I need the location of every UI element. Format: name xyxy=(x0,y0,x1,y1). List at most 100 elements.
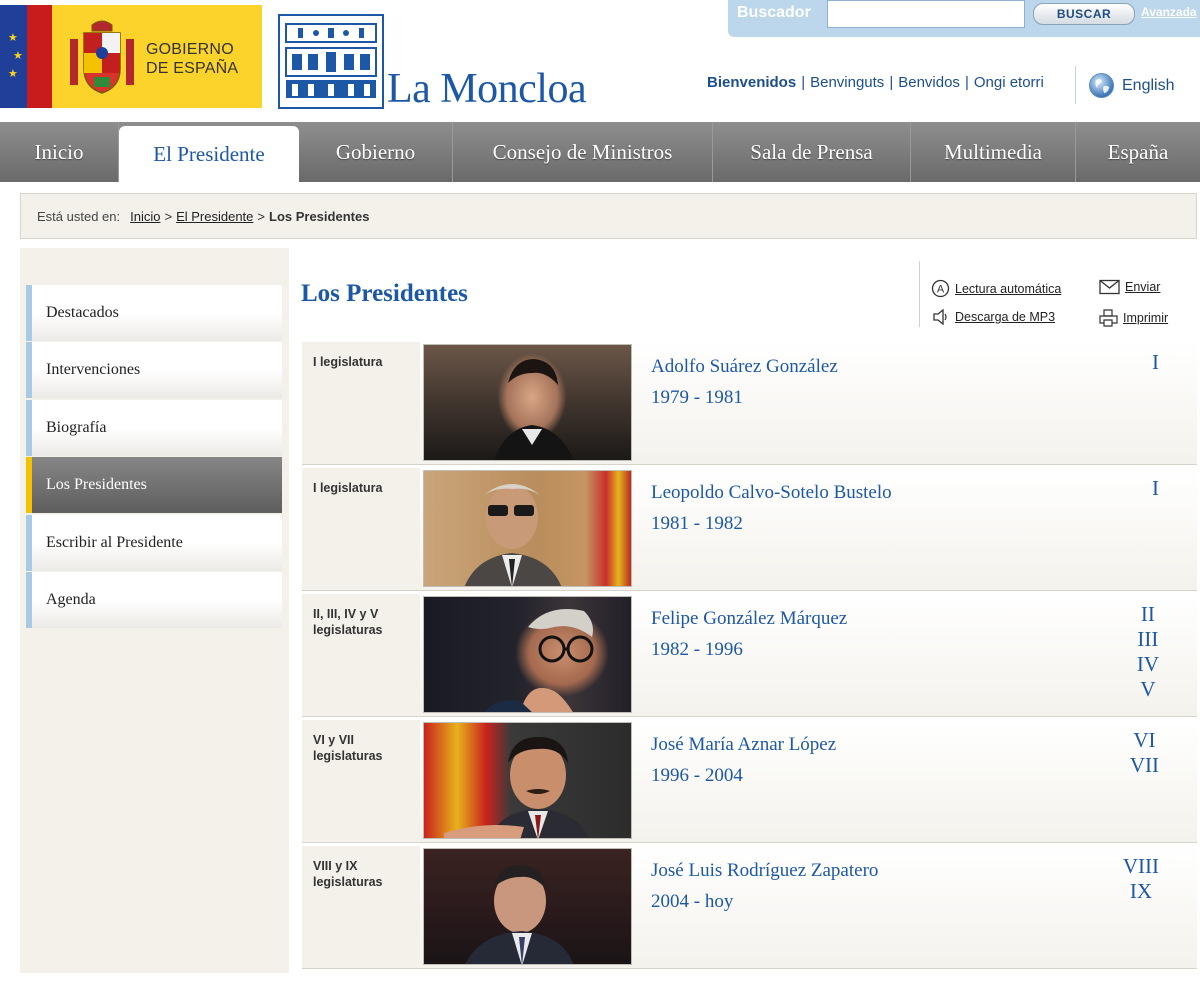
president-row: VI y VII legislaturas José María Aznar L… xyxy=(302,720,1197,843)
president-photo[interactable] xyxy=(423,470,632,587)
lang-english[interactable]: English xyxy=(1088,72,1174,99)
legislatura-numerals: VIII IX xyxy=(1123,854,1159,904)
sidebar-item-agenda[interactable]: Agenda xyxy=(26,572,282,628)
president-name[interactable]: José María Aznar López xyxy=(651,734,836,756)
legislatura-numerals: I xyxy=(1152,476,1159,501)
lang-separator: | xyxy=(801,74,806,91)
legislatura-label: VIII y IX legislaturas xyxy=(302,846,420,968)
legislatura-numerals: I xyxy=(1152,350,1159,375)
legislatura-numeral-link[interactable]: VIII xyxy=(1123,854,1159,879)
lectura-automatica-link[interactable]: A Lectura automática xyxy=(931,279,1061,298)
president-name[interactable]: Adolfo Suárez González xyxy=(651,356,838,378)
president-years: 2004 - hoy xyxy=(651,891,734,912)
nav-inicio[interactable]: Inicio xyxy=(0,122,119,182)
legislatura-line1: I legislatura xyxy=(313,355,383,369)
legislatura-label: VI y VII legislaturas xyxy=(302,720,420,842)
nav-multimedia[interactable]: Multimedia xyxy=(911,122,1076,182)
speech-a-icon: A xyxy=(931,279,950,298)
search-button[interactable]: BUSCAR xyxy=(1033,3,1135,25)
president-photo[interactable] xyxy=(423,848,632,965)
breadcrumb-label: Está usted en: xyxy=(37,208,121,224)
lang-separator: | xyxy=(889,74,894,91)
president-years: 1982 - 1996 xyxy=(651,639,743,660)
nav-sala-de-prensa[interactable]: Sala de Prensa xyxy=(713,122,911,182)
site-name[interactable]: La Moncloa xyxy=(387,64,587,114)
legislatura-line2: legislaturas xyxy=(313,875,383,889)
lang-catalan[interactable]: Benvinguts xyxy=(810,74,884,91)
moncloa-building-icon[interactable] xyxy=(278,14,384,109)
president-name[interactable]: Felipe González Márquez xyxy=(651,608,847,630)
star-icon: ★ xyxy=(8,32,18,44)
breadcrumb-link-el-presidente[interactable]: El Presidente xyxy=(176,209,253,224)
legislatura-line2: legislaturas xyxy=(313,623,383,637)
legislatura-numeral-link[interactable]: II xyxy=(1137,602,1159,627)
gobierno-de-espana-logo[interactable]: ★ ★ ★ GOBIERNO DE ESPAÑA xyxy=(0,5,262,108)
president-name[interactable]: Leopoldo Calvo-Sotelo Bustelo xyxy=(651,482,892,504)
legislatura-numeral-link[interactable]: V xyxy=(1137,677,1159,702)
president-photo[interactable] xyxy=(423,344,632,461)
descarga-mp3-link[interactable]: Descarga de MP3 xyxy=(932,309,1055,325)
legislatura-numeral-link[interactable]: I xyxy=(1152,476,1159,501)
nav-consejo-de-ministros[interactable]: Consejo de Ministros xyxy=(453,122,713,182)
legislatura-label: I legislatura xyxy=(302,468,420,590)
sidebar-item-destacados[interactable]: Destacados xyxy=(26,285,282,341)
gobierno-line2: DE ESPAÑA xyxy=(146,60,239,77)
president-years: 1979 - 1981 xyxy=(651,387,743,408)
breadcrumb-separator: > xyxy=(257,208,265,224)
legislatura-line2: legislaturas xyxy=(313,749,383,763)
lang-spanish[interactable]: Bienvenidos xyxy=(707,74,796,91)
sidebar-item-intervenciones[interactable]: Intervenciones xyxy=(26,342,282,398)
breadcrumb-link-inicio[interactable]: Inicio xyxy=(130,209,160,224)
president-photo[interactable] xyxy=(423,596,632,713)
legislatura-line1: I legislatura xyxy=(313,481,383,495)
legislatura-numerals: VI VII xyxy=(1130,728,1159,778)
legislatura-numerals: II III IV V xyxy=(1137,602,1159,702)
breadcrumb-current: Los Presidentes xyxy=(269,208,370,224)
speaker-icon xyxy=(933,309,947,325)
enviar-link[interactable]: Enviar xyxy=(1099,279,1160,295)
site-header: ★ ★ ★ GOBIERNO DE ESPAÑA La Moncloa Busc… xyxy=(0,0,1200,120)
nav-espana[interactable]: España xyxy=(1076,122,1200,182)
lang-divider xyxy=(1075,66,1076,104)
portrait-silhouette xyxy=(485,609,594,712)
legislatura-numeral-link[interactable]: IV xyxy=(1137,652,1159,677)
legislatura-numeral-link[interactable]: VI xyxy=(1130,728,1159,753)
president-row: VIII y IX legislaturas José Luis Rodrígu… xyxy=(302,846,1197,969)
sidebar-item-escribir-al-presidente[interactable]: Escribir al Presidente xyxy=(26,515,282,571)
lang-basque[interactable]: Ongi etorri xyxy=(974,74,1044,91)
nav-gobierno[interactable]: Gobierno xyxy=(299,122,453,182)
globe-icon xyxy=(1088,72,1115,99)
legislatura-numeral-link[interactable]: VII xyxy=(1130,753,1159,778)
portrait-silhouette xyxy=(444,737,590,838)
breadcrumb: Está usted en: Inicio > El Presidente > … xyxy=(20,193,1197,239)
coat-of-arms-icon xyxy=(70,20,134,94)
legislatura-label: II, III, IV y V legislaturas xyxy=(302,594,420,716)
legislatura-numeral-link[interactable]: III xyxy=(1137,627,1159,652)
legislatura-line1: II, III, IV y V xyxy=(313,607,379,621)
president-name[interactable]: José Luis Rodríguez Zapatero xyxy=(651,860,878,882)
legislatura-numeral-link[interactable]: IX xyxy=(1123,879,1159,904)
legislatura-line1: VI y VII xyxy=(313,733,354,747)
nav-el-presidente[interactable]: El Presidente xyxy=(119,126,299,182)
printer-icon xyxy=(1099,309,1118,327)
search-input[interactable] xyxy=(827,0,1025,28)
lectura-label: Lectura automática xyxy=(955,281,1062,296)
imprimir-link[interactable]: Imprimir xyxy=(1099,309,1168,327)
president-years: 1981 - 1982 xyxy=(651,513,743,534)
portrait-silhouette xyxy=(494,359,574,460)
envelope-icon xyxy=(1099,279,1120,295)
president-years: 1996 - 2004 xyxy=(651,765,743,786)
president-photo[interactable] xyxy=(423,722,632,839)
language-bar: Bienvenidos | Benvinguts | Benvidos | Ongi eto… xyxy=(707,74,1044,91)
mp3-label: Descarga de MP3 xyxy=(955,310,1056,324)
advanced-search-link[interactable]: Avanzada xyxy=(1141,5,1197,19)
sidebar-item-biografia[interactable]: Biografía xyxy=(26,400,282,456)
search-bar: Buscador BUSCAR Avanzada xyxy=(728,0,1200,37)
lang-galician[interactable]: Benvidos xyxy=(898,74,960,91)
enviar-label: Enviar xyxy=(1125,280,1161,294)
gobierno-line1: GOBIERNO xyxy=(146,41,234,58)
legislatura-line1: VIII y IX xyxy=(313,859,358,873)
sidebar-item-los-presidentes[interactable]: Los Presidentes xyxy=(26,457,282,513)
legislatura-numeral-link[interactable]: I xyxy=(1152,350,1159,375)
imprimir-label: Imprimir xyxy=(1123,311,1169,325)
